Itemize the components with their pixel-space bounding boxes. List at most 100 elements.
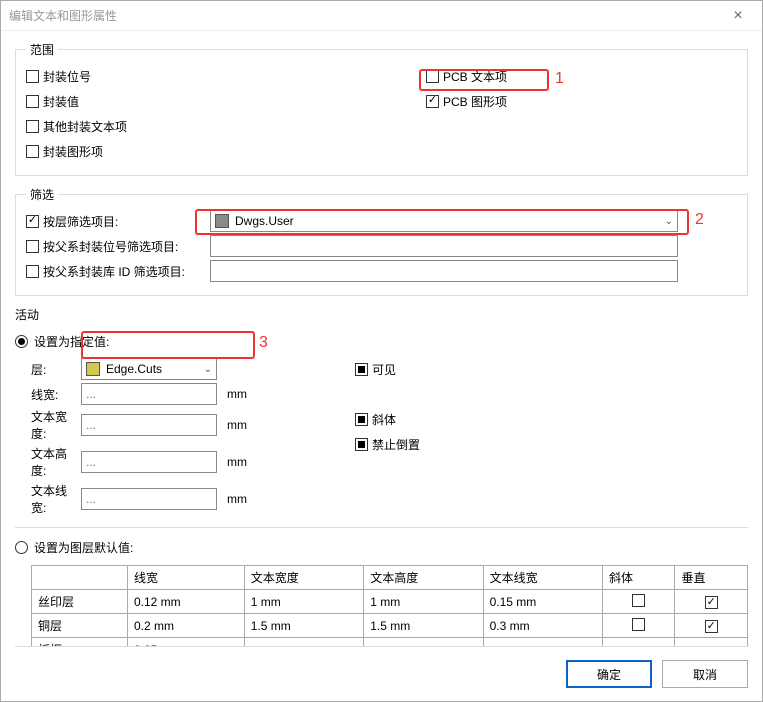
chevron-down-icon: ⌄ bbox=[204, 364, 212, 375]
annotation-box-2 bbox=[195, 209, 689, 235]
annotation-box-3 bbox=[81, 331, 255, 359]
table-header: 文本线宽 bbox=[483, 566, 602, 590]
table-cell: 丝印层 bbox=[32, 590, 128, 614]
table-row: 丝印层0.12 mm1 mm1 mm0.15 mm bbox=[32, 590, 748, 614]
action-layer-dropdown[interactable]: Edge.Cuts ⌄ bbox=[81, 358, 217, 380]
table-header: 斜体 bbox=[603, 566, 675, 590]
filter-legend: 筛选 bbox=[26, 186, 58, 203]
table-cell: 1.5 mm bbox=[244, 614, 363, 638]
cb-label: PCB 图形项 bbox=[443, 93, 507, 110]
table-cell bbox=[675, 590, 748, 614]
button-label: 确定 bbox=[597, 666, 621, 683]
cb-italic[interactable]: 斜体 bbox=[355, 411, 396, 428]
cb-fp-graphic[interactable]: 封装图形项 bbox=[26, 143, 103, 160]
filter-parent-ref-input[interactable] bbox=[210, 235, 678, 257]
divider bbox=[15, 527, 748, 528]
table-row: 铜层0.2 mm1.5 mm1.5 mm0.3 mm bbox=[32, 614, 748, 638]
table-cell bbox=[364, 638, 483, 647]
cb-other-text[interactable]: 其他封装文本项 bbox=[26, 118, 127, 135]
table-cell bbox=[675, 638, 748, 647]
table-header: 线宽 bbox=[127, 566, 244, 590]
dialog-footer: 确定 取消 bbox=[1, 647, 762, 701]
text-width-input[interactable] bbox=[81, 414, 217, 436]
table-cell bbox=[675, 614, 748, 638]
cb-fp-val[interactable]: 封装值 bbox=[26, 93, 79, 110]
annotation-box-1 bbox=[419, 69, 549, 91]
checkbox-icon bbox=[426, 95, 439, 108]
cb-label: 可见 bbox=[372, 361, 396, 378]
cb-label: 其他封装文本项 bbox=[43, 118, 127, 135]
scope-legend: 范围 bbox=[26, 41, 58, 58]
table-cell: 1.5 mm bbox=[364, 614, 483, 638]
tristate-icon bbox=[355, 438, 368, 451]
table-cell: 0.15 mm bbox=[483, 590, 602, 614]
checkbox-icon bbox=[26, 240, 39, 253]
lw-label: 线宽: bbox=[15, 386, 75, 403]
dialog-window: 编辑文本和图形属性 × 范围 封装位号 封装值 其他封装文本项 封装图形项 PC… bbox=[0, 0, 763, 702]
cb-label: 斜体 bbox=[372, 411, 396, 428]
unit-label: mm bbox=[227, 418, 267, 432]
filter-parent-lib-input[interactable] bbox=[210, 260, 678, 282]
tristate-icon bbox=[355, 413, 368, 426]
table-cell bbox=[603, 590, 675, 614]
close-icon[interactable]: × bbox=[722, 7, 754, 25]
tristate-icon bbox=[355, 363, 368, 376]
table-cell bbox=[483, 638, 602, 647]
checkbox-icon bbox=[26, 95, 39, 108]
table-header bbox=[32, 566, 128, 590]
button-label: 取消 bbox=[693, 666, 717, 683]
text-height-input[interactable] bbox=[81, 451, 217, 473]
cb-upright[interactable]: 禁止倒置 bbox=[355, 436, 420, 453]
table-cell bbox=[603, 638, 675, 647]
table-header: 垂直 bbox=[675, 566, 748, 590]
tl-label: 文本线宽: bbox=[15, 482, 75, 516]
table-header: 文本高度 bbox=[364, 566, 483, 590]
color-swatch-icon bbox=[86, 362, 100, 376]
radio-icon bbox=[15, 335, 28, 348]
table-cell: 板框 bbox=[32, 638, 128, 647]
layer-label: 层: bbox=[15, 361, 75, 378]
cb-filter-layer[interactable]: 按层筛选项目: bbox=[26, 213, 118, 230]
cancel-button[interactable]: 取消 bbox=[662, 660, 748, 688]
checkbox-icon[interactable] bbox=[632, 594, 645, 607]
radio-label: 设置为图层默认值: bbox=[34, 539, 133, 556]
cb-visible[interactable]: 可见 bbox=[355, 361, 396, 378]
ok-button[interactable]: 确定 bbox=[566, 660, 652, 688]
cb-fp-ref[interactable]: 封装位号 bbox=[26, 68, 91, 85]
cb-label: 禁止倒置 bbox=[372, 436, 420, 453]
checkbox-icon bbox=[26, 215, 39, 228]
cb-pcb-graphic[interactable]: PCB 图形项 bbox=[426, 93, 507, 110]
cb-label: 按父系封装库 ID 筛选项目: bbox=[43, 263, 185, 280]
dropdown-value: Edge.Cuts bbox=[106, 362, 162, 376]
checkbox-icon bbox=[26, 145, 39, 158]
text-thick-input[interactable] bbox=[81, 488, 217, 510]
filter-group: 筛选 按层筛选项目: Dwgs.User ⌄ 按父系封装位号筛选项目: 按父系封… bbox=[15, 186, 748, 296]
checkbox-icon[interactable] bbox=[705, 596, 718, 609]
unit-label: mm bbox=[227, 455, 267, 469]
checkbox-icon[interactable] bbox=[632, 618, 645, 631]
window-title: 编辑文本和图形属性 bbox=[9, 7, 117, 24]
checkbox-icon[interactable] bbox=[705, 620, 718, 633]
dialog-content: 范围 封装位号 封装值 其他封装文本项 封装图形项 PCB 文本项 PCB 图形… bbox=[1, 31, 762, 646]
radio-set-default[interactable]: 设置为图层默认值: bbox=[15, 539, 133, 556]
radio-icon bbox=[15, 541, 28, 554]
cb-label: 按父系封装位号筛选项目: bbox=[43, 238, 178, 255]
cb-label: 封装图形项 bbox=[43, 143, 103, 160]
table-cell: 铜层 bbox=[32, 614, 128, 638]
table-cell: 0.2 mm bbox=[127, 614, 244, 638]
checkbox-icon bbox=[26, 70, 39, 83]
cb-filter-parent-lib[interactable]: 按父系封装库 ID 筛选项目: bbox=[26, 263, 185, 280]
th-label: 文本高度: bbox=[15, 445, 75, 479]
annotation-number: 1 bbox=[555, 70, 564, 88]
table-cell: 1 mm bbox=[364, 590, 483, 614]
annotation-number: 3 bbox=[259, 334, 268, 352]
line-width-input[interactable] bbox=[81, 383, 217, 405]
titlebar: 编辑文本和图形属性 × bbox=[1, 1, 762, 31]
table-cell: 1 mm bbox=[244, 590, 363, 614]
table-cell bbox=[244, 638, 363, 647]
unit-label: mm bbox=[227, 492, 267, 506]
cb-filter-parent-ref[interactable]: 按父系封装位号筛选项目: bbox=[26, 238, 178, 255]
scope-group: 范围 封装位号 封装值 其他封装文本项 封装图形项 PCB 文本项 PCB 图形… bbox=[15, 41, 748, 176]
annotation-number: 2 bbox=[695, 211, 704, 229]
cb-label: 封装位号 bbox=[43, 68, 91, 85]
